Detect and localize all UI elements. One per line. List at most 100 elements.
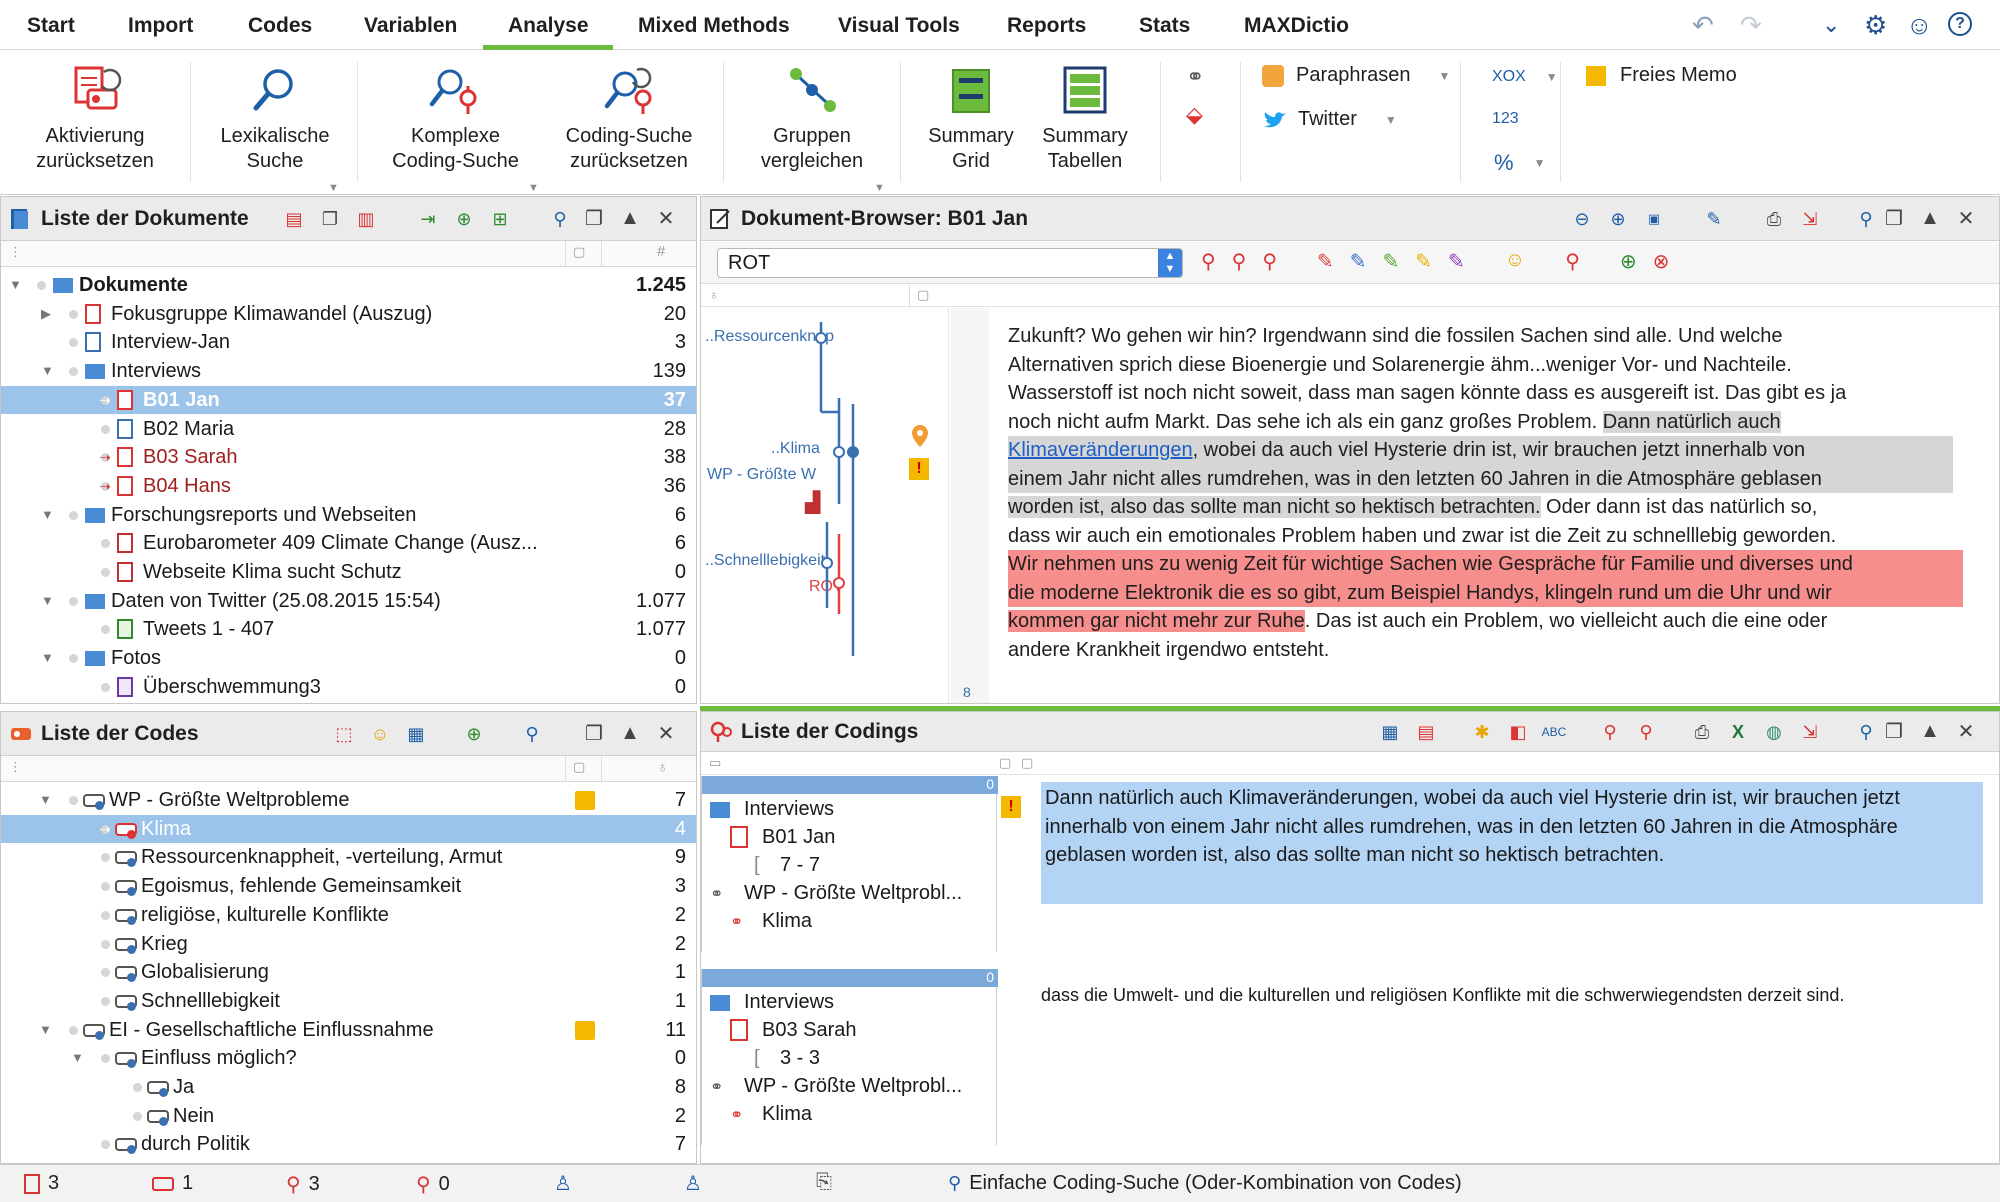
zoom-100-icon[interactable]: ▣ <box>1641 206 1667 232</box>
new-group-icon[interactable]: ⊞ <box>487 206 513 232</box>
status-codings-a[interactable]: ⚲ 3 <box>286 1172 320 1197</box>
tag-icon[interactable]: ⬙ <box>1186 102 1203 128</box>
menu-visual-tools[interactable]: Visual Tools <box>838 14 960 38</box>
summary-tabellen-button[interactable]: Summary Tabellen <box>1030 64 1140 174</box>
document-tree-row[interactable]: Webseite Klima sucht Schutz 0 <box>1 558 696 586</box>
maximize-icon[interactable]: ▲ <box>619 206 641 230</box>
external-link[interactable]: Klimaveränderungen <box>1008 439 1193 461</box>
undock-icon[interactable]: ❐ <box>1883 206 1905 230</box>
gruppen-vergleichen-button[interactable]: Gruppen vergleichen ▼ <box>742 64 885 194</box>
code-tree-row[interactable]: ▼ EI - Gesellschaftliche Einflussnahme 11 <box>1 1016 696 1044</box>
web-export-icon[interactable]: ◍ <box>1761 719 1787 745</box>
document-tree-row[interactable]: ▼ Dokumente 1.245 <box>1 271 696 299</box>
doc-copy-icon[interactable]: ❐ <box>317 206 343 232</box>
status-documents[interactable]: 3 <box>24 1172 59 1195</box>
aktivierung-zuruecksetzen-button[interactable]: Aktivierung zurücksetzen <box>30 64 160 174</box>
redo-icon[interactable]: ↷ <box>1740 10 1762 41</box>
percent-button[interactable]: % ▼ <box>1494 150 1545 176</box>
yellow-highlighter-icon[interactable]: ✎ <box>1415 249 1432 274</box>
menu-analyse[interactable]: Analyse <box>508 14 589 38</box>
memo-icon[interactable] <box>575 1020 595 1040</box>
document-tree-row[interactable]: ➝ B03 Sarah 38 <box>1 443 696 471</box>
twitter-button[interactable]: Twitter ▼ <box>1262 108 1397 131</box>
image-code-icon[interactable]: ▟ <box>805 490 820 515</box>
document-export-icon[interactable]: ⎘ <box>816 1171 832 1194</box>
coding-suche-zuruecksetzen-button[interactable]: Coding-Suche zurücksetzen <box>555 64 703 174</box>
user-icon[interactable]: ♙ <box>684 1171 702 1196</box>
search-icon[interactable]: ⚲ <box>519 721 545 747</box>
expanded-triangle-icon[interactable]: ▼ <box>9 271 22 299</box>
purple-highlighter-icon[interactable]: ✎ <box>1448 249 1465 274</box>
code-activate-icon[interactable]: ⬚ <box>331 721 357 747</box>
document-tree-row[interactable]: Eurobarometer 409 Climate Change (Ausz..… <box>1 529 696 557</box>
doc-activate-icon[interactable]: ▤ <box>281 206 307 232</box>
search-icon[interactable]: ⚲ <box>547 206 573 232</box>
warning-memo-icon[interactable]: ! <box>1001 796 1021 818</box>
new-code-icon[interactable]: ⚲ <box>1633 719 1659 745</box>
doc-filter-icon[interactable]: ▥ <box>353 206 379 232</box>
stripe-label-wp[interactable]: WP - Größte W <box>707 466 816 484</box>
code-tree-row[interactable]: durch Politik 7 <box>1 1130 696 1158</box>
code-tree-row[interactable]: Nein 2 <box>1 1102 696 1130</box>
user-group-icon[interactable]: ♙ <box>554 1171 572 1196</box>
maximize-icon[interactable]: ▲ <box>619 721 641 745</box>
freies-memo-button[interactable]: Freies Memo <box>1586 64 1737 87</box>
coded-segment-text-1[interactable]: Dann natürlich auch Klimaveränderungen, … <box>1041 782 1983 904</box>
status-codes[interactable]: 1 <box>152 1172 193 1195</box>
excel-icon[interactable]: X <box>1725 719 1751 745</box>
green-highlighter-icon[interactable]: ✎ <box>1383 249 1400 274</box>
expanded-triangle-icon[interactable]: ▼ <box>41 357 54 385</box>
document-tree-row[interactable]: ▼ Daten von Twitter (25.08.2015 15:54) 1.0… <box>1 587 696 615</box>
new-code-icon[interactable]: ⚲ <box>1232 249 1247 274</box>
help-icon[interactable]: ? <box>1948 12 1972 36</box>
maximize-icon[interactable]: ▲ <box>1919 719 1941 743</box>
undo-icon[interactable]: ↶ <box>1692 10 1714 41</box>
document-tree-row[interactable]: Tweets 1 - 407 1.077 <box>1 615 696 643</box>
document-tree-row[interactable]: ▼ Fotos 0 <box>1 644 696 672</box>
code-tree-row[interactable]: Ja 8 <box>1 1073 696 1101</box>
print-icon[interactable]: ⎙ <box>1689 719 1715 745</box>
export-icon[interactable]: ⇲ <box>1797 719 1823 745</box>
code-tree-row[interactable]: Globalisierung 1 <box>1 958 696 986</box>
emoticode-icon[interactable]: ☺ <box>367 721 393 747</box>
code-tree-row[interactable]: ➝ Klima 4 <box>1 814 696 843</box>
export-icon[interactable]: ⇲ <box>1797 206 1823 232</box>
lexikalische-suche-button[interactable]: Lexikalische Suche ▼ <box>210 64 340 194</box>
expanded-triangle-icon[interactable]: ▼ <box>39 1016 52 1044</box>
count-123-button[interactable]: 123 <box>1492 110 1519 128</box>
expanded-triangle-icon[interactable]: ▼ <box>41 587 54 615</box>
stripe-label-schnelllebigkeit[interactable]: ..Schnelllebigkeit <box>705 552 825 570</box>
code-tree-row[interactable]: Schnelllebigkeit 1 <box>1 987 696 1015</box>
menu-maxdictio[interactable]: MAXDictio <box>1244 14 1349 38</box>
expanded-triangle-icon[interactable]: ▼ <box>71 1044 84 1072</box>
add-link-icon[interactable]: ⊕ <box>1620 249 1637 274</box>
zoom-in-icon[interactable]: ⊕ <box>1605 206 1631 232</box>
coded-segment-rot[interactable]: Wir nehmen uns zu wenig Zeit für wichtig… <box>1008 550 1963 579</box>
close-icon[interactable]: ✕ <box>655 721 677 745</box>
edit-mode-icon[interactable]: ✎ <box>1701 206 1727 232</box>
undock-icon[interactable]: ❐ <box>583 206 605 230</box>
zoom-out-icon[interactable]: ⊖ <box>1569 206 1595 232</box>
document-tree-row[interactable]: ▼ Interviews 139 <box>1 357 696 385</box>
search-icon[interactable]: ⚲ <box>1853 719 1879 745</box>
code-with-new-icon[interactable]: ⚲ <box>1262 249 1277 274</box>
table-view-icon[interactable]: ▦ <box>1377 719 1403 745</box>
summary-grid-button[interactable]: Summary Grid <box>916 64 1026 174</box>
paraphrasen-button[interactable]: Paraphrasen ▼ <box>1262 64 1450 87</box>
undock-icon[interactable]: ❐ <box>583 721 605 745</box>
undock-icon[interactable]: ❐ <box>1883 719 1905 743</box>
expanded-triangle-icon[interactable]: ▼ <box>41 644 54 672</box>
print-icon[interactable]: ⎙ <box>1761 206 1787 232</box>
expanded-triangle-icon[interactable]: ▼ <box>39 786 52 814</box>
close-icon[interactable]: ✕ <box>1955 206 1977 230</box>
document-tree-row[interactable]: ▶ Fokusgruppe Klimawandel (Auszug) 20 <box>1 300 696 328</box>
memo-icon[interactable] <box>575 791 595 810</box>
code-select[interactable]: ROT ▲ ▼ <box>717 248 1183 278</box>
document-tree-row[interactable]: Interview-Jan 3 <box>1 328 696 356</box>
in-vivo-code-icon[interactable]: ⚲ <box>1565 249 1580 274</box>
gear-icon[interactable]: ⚙ <box>1864 10 1887 41</box>
menu-mixed-methods[interactable]: Mixed Methods <box>638 14 790 38</box>
emoticon-icon[interactable]: ☺ <box>1505 249 1525 274</box>
document-tree-row[interactable]: ▼ Forschungsreports und Webseiten 6 <box>1 501 696 529</box>
document-tree-row[interactable]: B02 Maria 28 <box>1 415 696 443</box>
